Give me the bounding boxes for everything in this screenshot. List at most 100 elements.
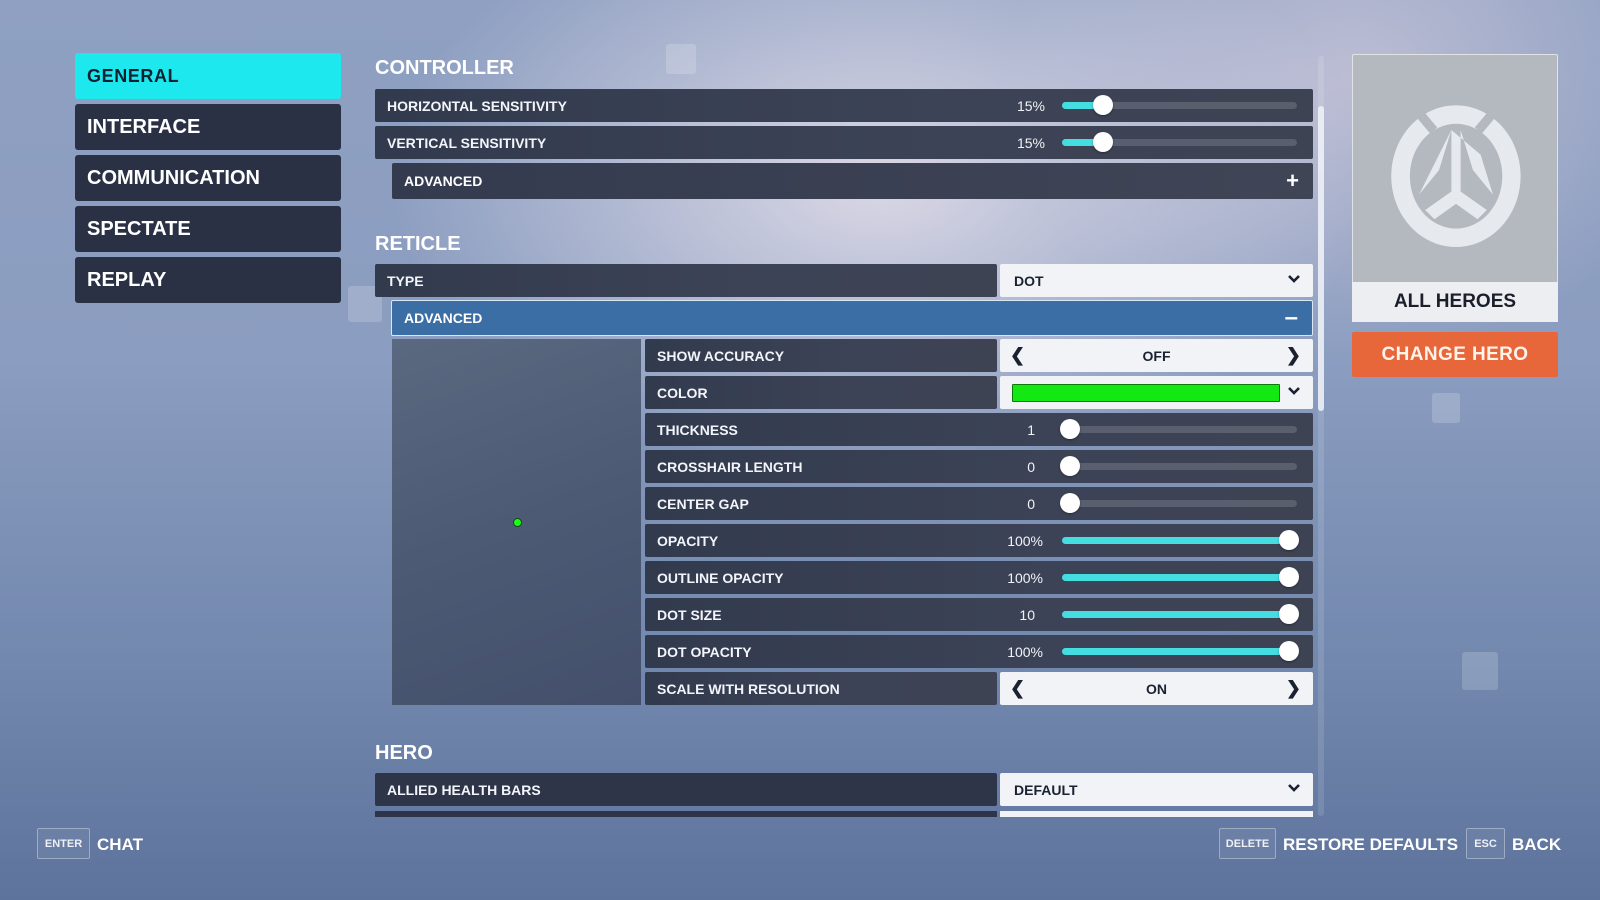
- controller-advanced-toggle[interactable]: ADVANCED +: [392, 163, 1313, 199]
- reticle-preview: [392, 339, 641, 705]
- setting-label: TYPE: [387, 272, 424, 289]
- back-button[interactable]: BACK: [1512, 835, 1561, 855]
- reticle-type-dropdown[interactable]: DOT: [1000, 264, 1313, 297]
- chevron-right-icon[interactable]: ❯: [1286, 345, 1301, 366]
- dropdown-value: DEFAULT: [1014, 781, 1078, 798]
- expander-label: ADVANCED: [404, 310, 483, 326]
- setting-label: DOT SIZE: [657, 606, 722, 623]
- setting-value: 1: [1027, 421, 1035, 438]
- center-gap-row: CENTER GAP 0: [645, 487, 1313, 520]
- dot-size-slider[interactable]: [1062, 604, 1299, 624]
- setting-value: 100%: [1007, 569, 1043, 586]
- slider-handle[interactable]: [1060, 493, 1080, 513]
- scale-with-resolution-selector[interactable]: ❮ ON ❯: [1000, 672, 1313, 705]
- center-gap-slider[interactable]: [1060, 493, 1297, 513]
- scrollbar-thumb[interactable]: [1318, 106, 1324, 411]
- horizontal-sensitivity-slider[interactable]: [1062, 95, 1297, 115]
- setting-label: ALLIED HEALTH BARS: [387, 781, 541, 798]
- reticle-advanced-toggle[interactable]: ADVANCED –: [391, 300, 1313, 336]
- reticle-type-row: TYPE: [375, 264, 997, 297]
- settings-scrollbar[interactable]: [1318, 56, 1324, 816]
- chevron-down-icon: [1288, 275, 1300, 283]
- section-title-reticle: RETICLE: [375, 233, 461, 255]
- next-setting-control-partial: [1000, 811, 1313, 817]
- reticle-dot: [513, 518, 522, 527]
- dot-opacity-slider[interactable]: [1062, 641, 1299, 661]
- setting-label: CENTER GAP: [657, 495, 749, 512]
- setting-value: 10: [1019, 606, 1035, 623]
- setting-label: VERTICAL SENSITIVITY: [387, 134, 547, 151]
- setting-label: THICKNESS: [657, 421, 738, 438]
- minus-icon: –: [1284, 304, 1298, 331]
- dot-opacity-row: DOT OPACITY 100%: [645, 635, 1313, 668]
- setting-label: COLOR: [657, 384, 708, 401]
- chevron-right-icon[interactable]: ❯: [1286, 678, 1301, 699]
- setting-value: 100%: [1007, 643, 1043, 660]
- setting-label: SCALE WITH RESOLUTION: [657, 680, 840, 697]
- show-accuracy-selector[interactable]: ❮ OFF ❯: [1000, 339, 1313, 372]
- crosshair-length-slider[interactable]: [1060, 456, 1297, 476]
- thickness-row: THICKNESS 1: [645, 413, 1313, 446]
- change-hero-button[interactable]: CHANGE HERO: [1352, 332, 1558, 377]
- dot-size-row: DOT SIZE 10: [645, 598, 1313, 631]
- vertical-sensitivity-row: VERTICAL SENSITIVITY 15%: [375, 126, 1313, 159]
- slider-handle[interactable]: [1092, 95, 1113, 115]
- sidebar-item-label: INTERFACE: [87, 115, 201, 138]
- enter-key-hint: ENTER: [37, 828, 90, 859]
- chat-button[interactable]: CHAT: [97, 835, 143, 855]
- setting-value: 0: [1027, 495, 1035, 512]
- sidebar-item-label: COMMUNICATION: [87, 166, 260, 189]
- sidebar-item-spectate[interactable]: SPECTATE: [75, 206, 341, 252]
- sidebar-item-replay[interactable]: REPLAY: [75, 257, 341, 303]
- setting-label: HORIZONTAL SENSITIVITY: [387, 97, 567, 114]
- setting-label: OPACITY: [657, 532, 719, 549]
- slider-handle[interactable]: [1279, 567, 1299, 587]
- delete-key-hint: DELETE: [1219, 828, 1276, 859]
- opacity-row: OPACITY 100%: [645, 524, 1313, 557]
- outline-opacity-row: OUTLINE OPACITY 100%: [645, 561, 1313, 594]
- chevron-down-icon: [1288, 387, 1300, 395]
- plus-icon: +: [1286, 168, 1299, 193]
- color-dropdown[interactable]: [1000, 376, 1313, 409]
- esc-key-hint: ESC: [1466, 828, 1505, 859]
- sidebar-item-general[interactable]: GENERAL: [75, 53, 341, 99]
- setting-label: SHOW ACCURACY: [657, 347, 785, 364]
- sidebar-item-label: SPECTATE: [87, 217, 191, 240]
- sidebar-item-interface[interactable]: INTERFACE: [75, 104, 341, 150]
- section-title-controller: CONTROLLER: [375, 57, 514, 79]
- outline-opacity-slider[interactable]: [1062, 567, 1299, 587]
- slider-handle[interactable]: [1060, 419, 1080, 439]
- selected-hero-name: ALL HEROES: [1352, 282, 1558, 322]
- color-row: COLOR: [645, 376, 997, 409]
- slider-handle[interactable]: [1060, 456, 1080, 476]
- chevron-left-icon[interactable]: ❮: [1010, 678, 1025, 699]
- background-decoration: [666, 44, 696, 74]
- slider-handle[interactable]: [1279, 604, 1299, 624]
- next-setting-row-partial: [375, 811, 997, 817]
- sidebar-item-communication[interactable]: COMMUNICATION: [75, 155, 341, 201]
- expander-label: ADVANCED: [404, 173, 483, 189]
- slider-fill: [1062, 648, 1289, 655]
- chevron-left-icon[interactable]: ❮: [1010, 345, 1025, 366]
- chevron-down-icon: [1288, 784, 1300, 792]
- selector-value: OFF: [1142, 347, 1171, 364]
- setting-label: OUTLINE OPACITY: [657, 569, 784, 586]
- restore-defaults-button[interactable]: RESTORE DEFAULTS: [1283, 835, 1458, 855]
- allied-health-bars-row: ALLIED HEALTH BARS: [375, 773, 997, 806]
- overwatch-logo-icon: [1391, 105, 1521, 247]
- slider-handle[interactable]: [1092, 132, 1113, 152]
- slider-handle[interactable]: [1279, 641, 1299, 661]
- allied-health-bars-dropdown[interactable]: DEFAULT: [1000, 773, 1313, 806]
- vertical-sensitivity-slider[interactable]: [1062, 132, 1297, 152]
- slider-handle[interactable]: [1279, 530, 1299, 550]
- setting-value: 15%: [1016, 97, 1045, 114]
- selector-value: ON: [1146, 680, 1167, 697]
- crosshair-length-row: CROSSHAIR LENGTH 0: [645, 450, 1313, 483]
- show-accuracy-row: SHOW ACCURACY: [645, 339, 997, 372]
- opacity-slider[interactable]: [1062, 530, 1299, 550]
- sidebar-item-label: GENERAL: [87, 65, 180, 86]
- slider-fill: [1062, 537, 1289, 544]
- background-decoration: [1432, 393, 1460, 423]
- sidebar-item-label: REPLAY: [87, 268, 167, 291]
- thickness-slider[interactable]: [1060, 419, 1297, 439]
